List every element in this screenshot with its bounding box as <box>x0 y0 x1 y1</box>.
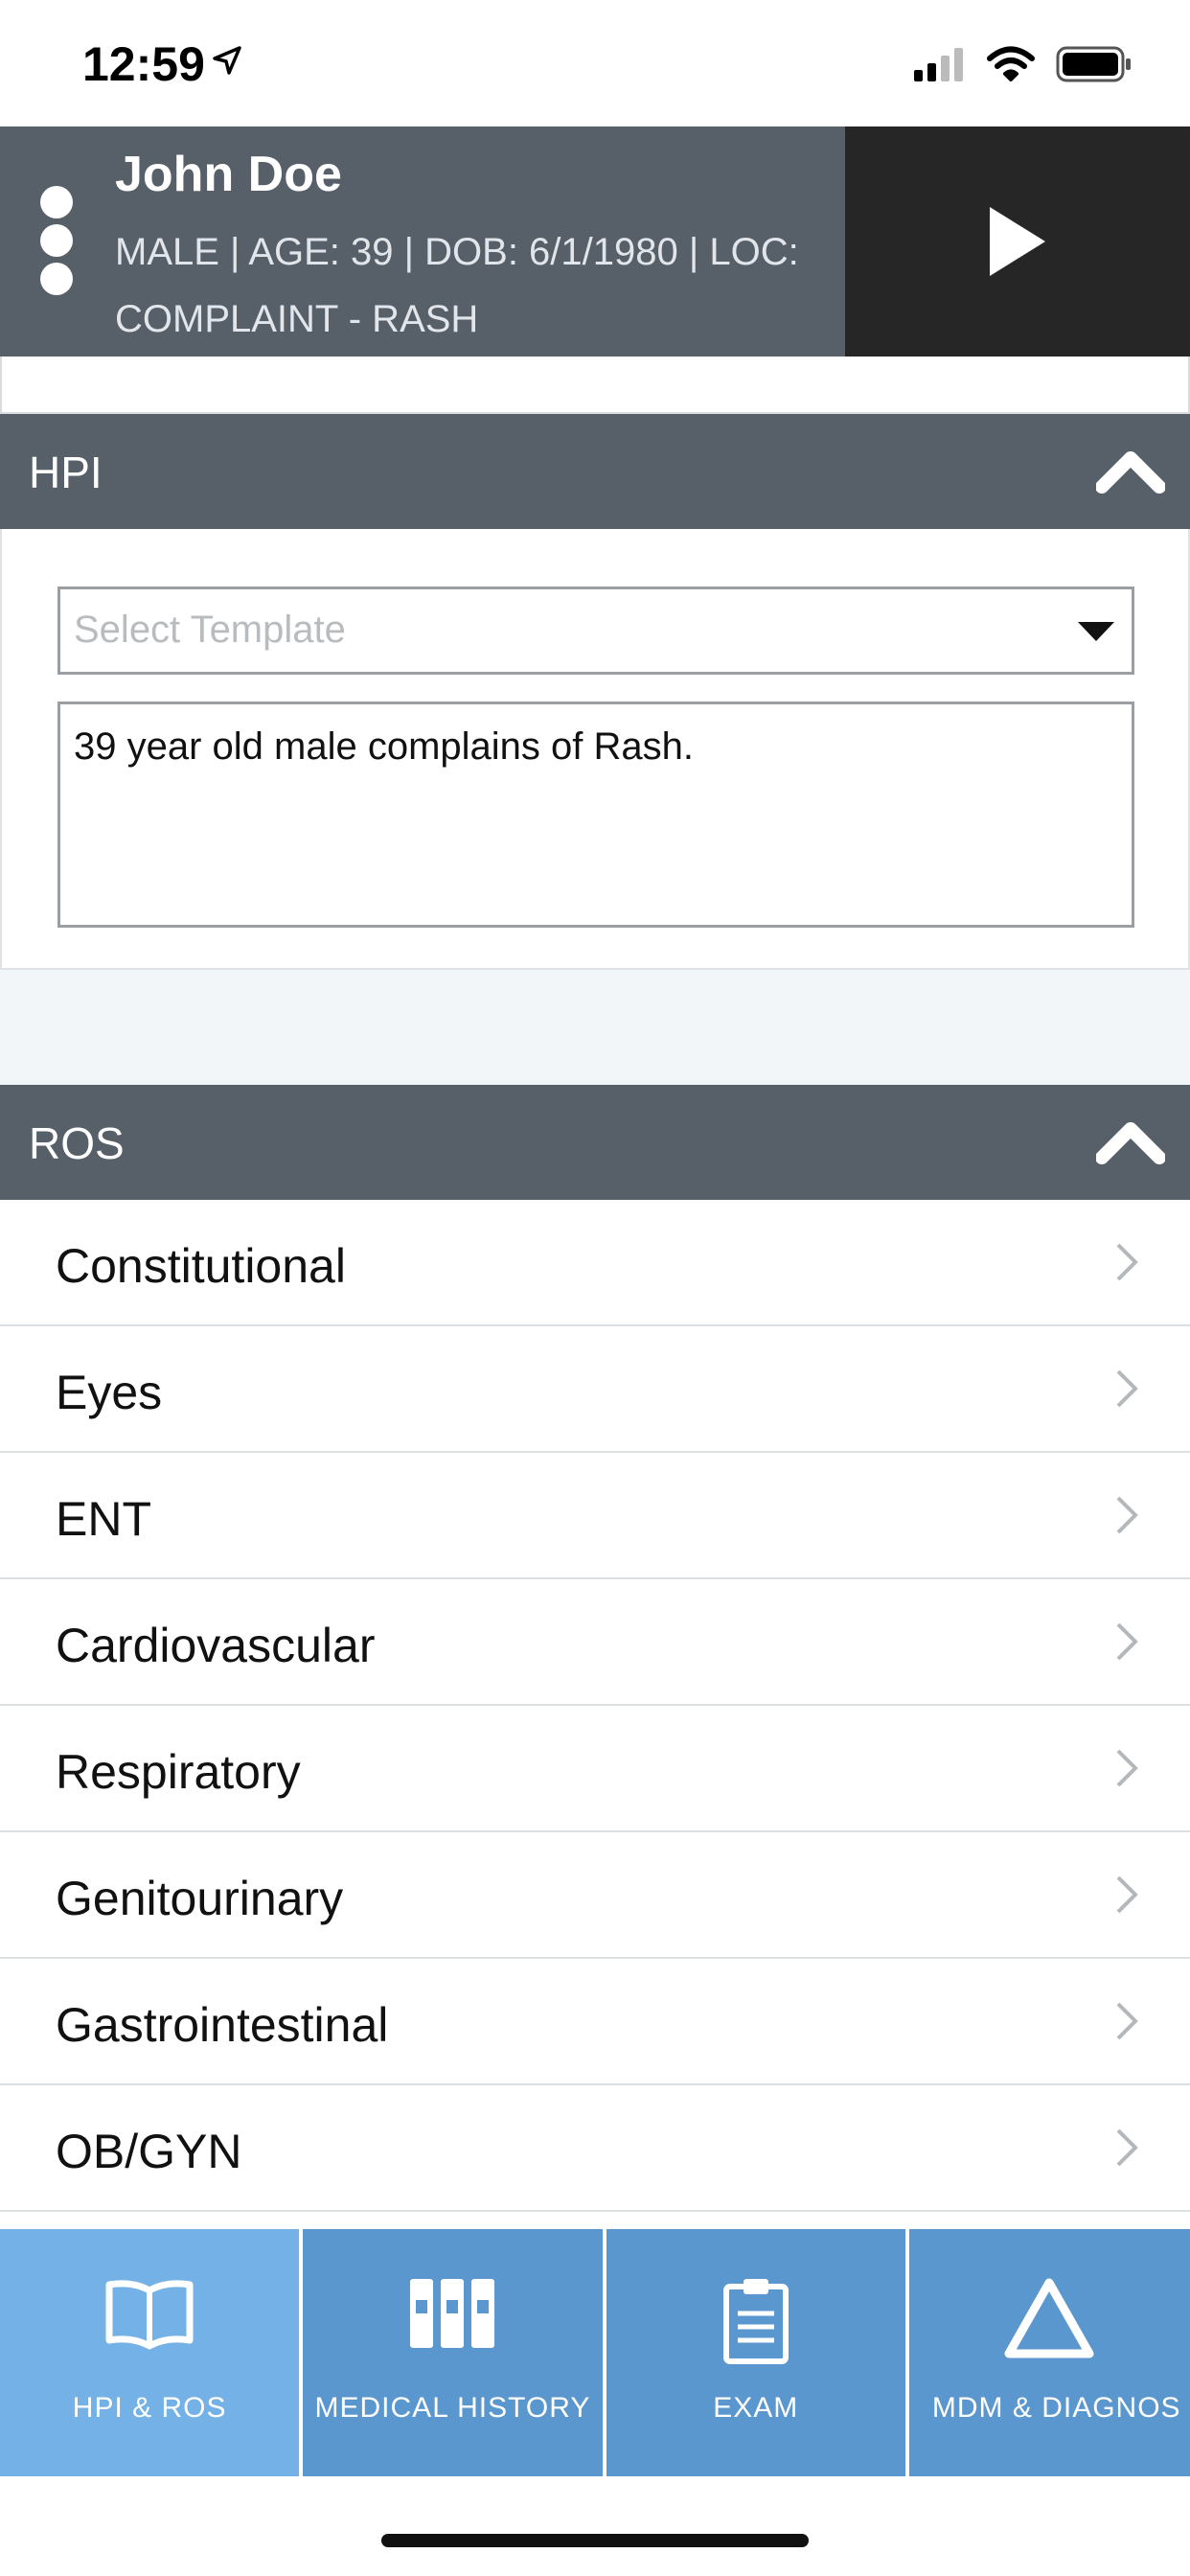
dropdown-caret-icon <box>1078 622 1114 646</box>
header-divider-bar <box>0 356 1190 414</box>
wifi-icon <box>987 46 1035 87</box>
ros-item-label: Cardiovascular <box>56 1619 376 1672</box>
template-select-placeholder: Select Template <box>74 609 346 651</box>
patient-info: MALE | AGE: 39 | DOB: 6/1/1980 | LOC: CO… <box>115 218 843 353</box>
play-icon <box>990 207 1045 276</box>
status-time: 12:59 <box>82 37 205 91</box>
collapse-chevron-up-icon[interactable] <box>1095 448 1166 499</box>
tab-medical-history[interactable]: MEDICAL HISTORY <box>303 2229 603 2476</box>
tab-label: MDM & DIAGNOS <box>931 2392 1181 2424</box>
chevron-right-icon <box>1115 1368 1138 1414</box>
template-select[interactable]: Select Template <box>57 586 1134 675</box>
tab-hpi-ros[interactable]: HPI & ROS <box>0 2229 300 2476</box>
ros-item-label: Respiratory <box>56 1745 301 1799</box>
ros-list: Constitutional Eyes ENT Cardiovascular R… <box>0 1200 1190 2212</box>
ros-item-label: Constitutional <box>56 1239 346 1293</box>
ros-item-label: ENT <box>56 1492 151 1546</box>
chevron-right-icon <box>1115 1495 1138 1540</box>
patient-name: John Doe <box>115 147 342 202</box>
tab-mdm-diagnosis[interactable]: MDM & DIAGNOS <box>908 2229 1190 2476</box>
home-indicator[interactable] <box>381 2534 809 2547</box>
triangle-icon <box>909 2277 1190 2359</box>
ros-section-header[interactable]: ROS <box>0 1085 1190 1200</box>
tab-exam[interactable]: EXAM <box>606 2229 905 2476</box>
ros-item-label: OB/GYN <box>56 2125 242 2178</box>
chevron-right-icon <box>1115 1242 1138 1287</box>
ros-item-constitutional[interactable]: Constitutional <box>0 1200 1190 1326</box>
chevron-right-icon <box>1115 2128 1138 2173</box>
hpi-note-textarea[interactable]: 39 year old male complains of Rash. <box>57 702 1134 928</box>
collapse-chevron-up-icon[interactable] <box>1095 1119 1166 1170</box>
book-icon <box>0 2277 299 2354</box>
ros-item-label: Eyes <box>56 1366 163 1419</box>
patient-demographics: MALE | AGE: 39 | DOB: 6/1/1980 | LOC: <box>115 231 799 273</box>
play-button[interactable] <box>845 126 1190 356</box>
location-arrow-icon <box>213 46 241 80</box>
hpi-section-header[interactable]: HPI <box>0 414 1190 529</box>
tab-label: HPI & ROS <box>72 2392 227 2424</box>
ros-item-eyes[interactable]: Eyes <box>0 1326 1190 1453</box>
ros-item-ent[interactable]: ENT <box>0 1453 1190 1579</box>
chevron-right-icon <box>1115 2001 1138 2046</box>
ros-title: ROS <box>29 1118 125 1168</box>
ros-item-cardiovascular[interactable]: Cardiovascular <box>0 1579 1190 1706</box>
ros-item-gastrointestinal[interactable]: Gastrointestinal <box>0 1959 1190 2085</box>
tab-label: MEDICAL HISTORY <box>314 2392 591 2424</box>
ros-item-label: Gastrointestinal <box>56 1998 389 2052</box>
cellular-signal-icon <box>914 47 966 86</box>
section-spacer <box>0 970 1190 1085</box>
hpi-title: HPI <box>29 448 103 497</box>
status-bar: 12:59 <box>0 0 1190 126</box>
binders-icon <box>303 2277 602 2350</box>
ros-item-ob-gyn[interactable]: OB/GYN <box>0 2085 1190 2212</box>
chevron-right-icon <box>1115 1622 1138 1667</box>
ros-item-label: Genitourinary <box>56 1872 344 1925</box>
more-options-icon[interactable] <box>40 186 75 299</box>
bottom-tab-bar: HPI & ROS MEDICAL HISTORY EXAM MDM & DIA… <box>0 2229 1190 2476</box>
chevron-right-icon <box>1115 1874 1138 1920</box>
ros-item-genitourinary[interactable]: Genitourinary <box>0 1832 1190 1959</box>
tab-label: EXAM <box>713 2392 799 2424</box>
hpi-body: Select Template 39 year old male complai… <box>0 529 1190 970</box>
ros-item-respiratory[interactable]: Respiratory <box>0 1706 1190 1832</box>
battery-icon <box>1056 46 1133 87</box>
chevron-right-icon <box>1115 1748 1138 1793</box>
patient-complaint: COMPLAINT - RASH <box>115 298 479 340</box>
clipboard-icon <box>606 2277 905 2365</box>
